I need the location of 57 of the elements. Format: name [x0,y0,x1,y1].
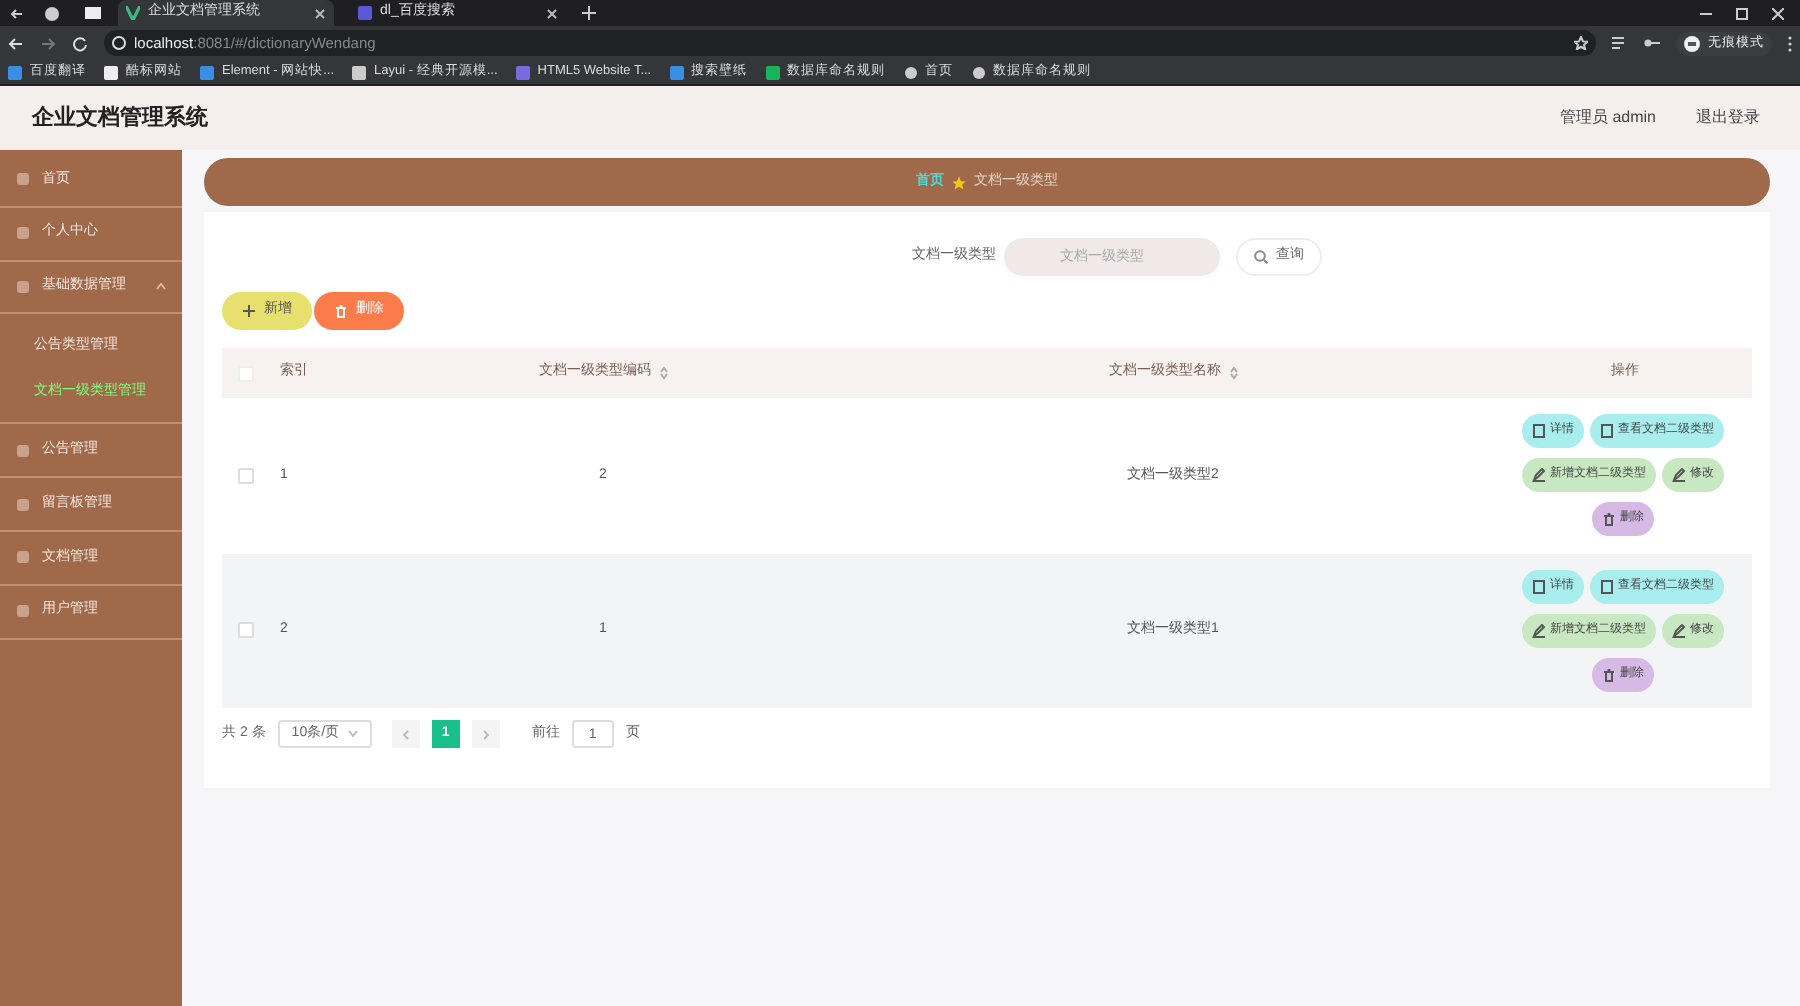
chevron-left-icon [401,729,410,739]
search-icon [1254,250,1268,264]
document-icon [1532,424,1546,439]
row-checkbox[interactable] [238,622,254,639]
menu-item-icon [16,443,30,458]
trash-icon [1602,512,1616,527]
favicon-icon [669,65,684,79]
previous-page-button[interactable] [391,720,420,748]
trash-icon [334,304,348,318]
forward-icon [40,35,56,51]
chevron-down-icon [347,730,358,738]
app-title: 企业文档管理系统 [32,103,208,134]
pencil-icon [1532,623,1546,638]
document-icon [1600,424,1614,439]
close-icon [314,7,326,19]
sort-icon [1229,366,1237,380]
close-icon [546,7,558,19]
logout-link[interactable]: 退出登录 [1696,106,1760,130]
star-icon [952,175,966,189]
reload-icon [72,35,88,51]
pencil-icon [1532,468,1546,483]
next-page-button[interactable] [471,720,500,748]
document-icon [1532,579,1546,594]
incognito-icon [1684,35,1700,51]
minimize-icon [1700,7,1712,19]
sort-icon [659,366,667,380]
user-name: 管理员 admin [1559,106,1656,130]
restore-icon [1736,7,1748,19]
window-icon [84,6,102,20]
menu-item-icon [16,497,30,512]
plus-icon [582,6,596,20]
menu-item-icon [16,550,30,565]
pencil-icon [1672,468,1686,483]
row-checkbox[interactable] [238,467,254,484]
menu-item-icon [16,226,30,241]
v-logo-icon [126,6,140,20]
favicon-icon [200,65,214,79]
reading-list-icon [1612,36,1628,50]
star-icon [1574,36,1588,50]
favicon-icon [8,65,22,79]
back-icon [8,5,28,21]
close-icon [1772,7,1784,19]
pencil-icon [1672,623,1686,638]
favicon-icon [104,65,118,79]
document-icon [1600,579,1614,594]
plus-icon [242,304,256,318]
menu-item-icon [16,279,30,294]
trash-icon [1602,667,1616,682]
menu-item-icon [16,172,30,187]
menu-item-icon [16,604,30,619]
back-icon [8,35,24,51]
chevron-up-icon [156,282,166,291]
chevron-right-icon [481,729,490,739]
favicon-icon [765,65,780,79]
favicon-icon [352,65,367,79]
key-icon [1644,38,1660,48]
favicon-icon [515,65,530,79]
